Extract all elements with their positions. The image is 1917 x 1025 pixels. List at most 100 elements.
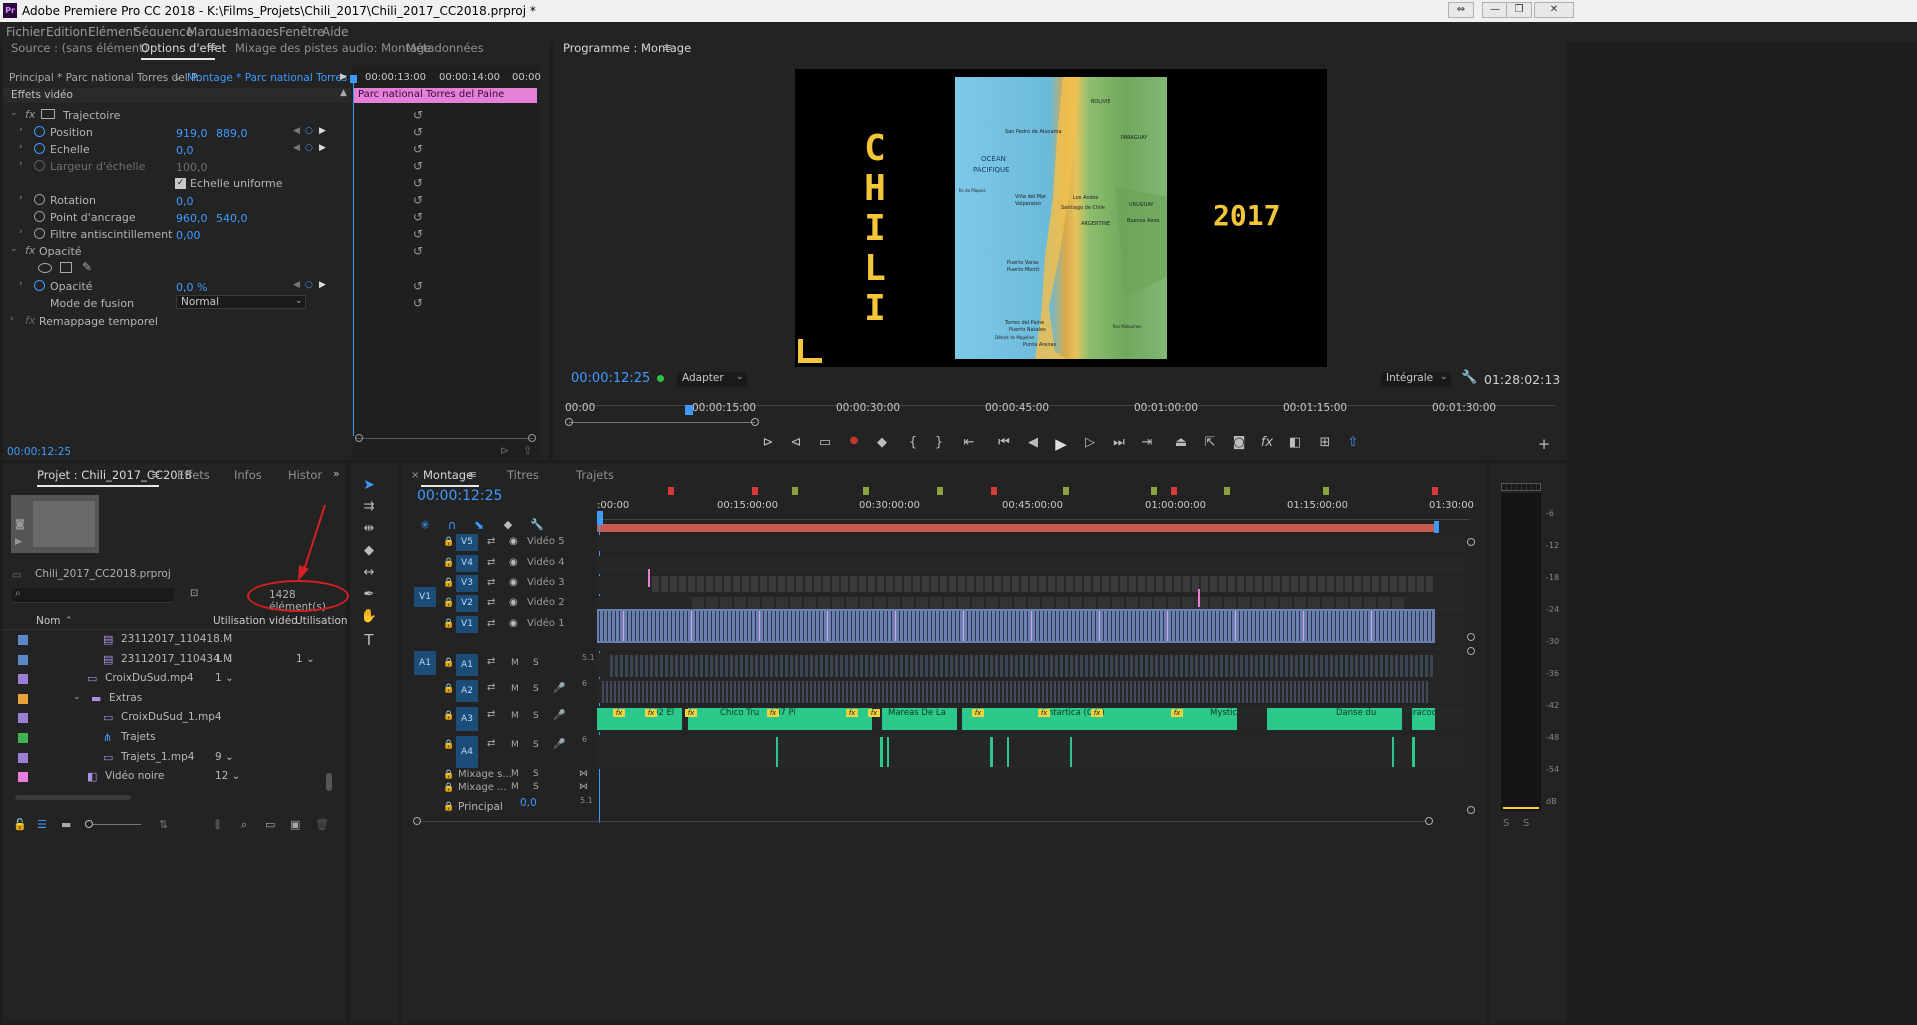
a2-clip[interactable] [934, 681, 936, 703]
a2-clip[interactable] [938, 681, 940, 703]
wrench-icon[interactable]: 🔧 [1461, 370, 1477, 385]
a2-clip[interactable] [1358, 681, 1360, 703]
a2-clip[interactable] [694, 681, 696, 703]
v3-clip[interactable] [1030, 576, 1037, 592]
a1-clip[interactable] [1385, 655, 1388, 677]
extract-icon[interactable]: ⇱ [1200, 435, 1220, 450]
reset-icon[interactable]: ↺ [413, 142, 423, 156]
a2-clip[interactable] [778, 681, 780, 703]
a4-clip[interactable] [1070, 737, 1072, 767]
expand-arrow-icon[interactable]: › [10, 314, 14, 324]
a1-clip[interactable] [1205, 655, 1208, 677]
a1-clip[interactable] [1120, 655, 1123, 677]
a1-clip[interactable] [760, 655, 763, 677]
motion-transform-icon[interactable] [41, 109, 55, 119]
v1-clip-edge[interactable] [759, 611, 760, 641]
a2-clip[interactable] [970, 681, 972, 703]
a1-clip[interactable] [1045, 655, 1048, 677]
v1-clip-edge[interactable] [1303, 611, 1304, 641]
next-keyframe-icon[interactable]: ▶ [319, 280, 326, 290]
a2-clip[interactable] [1086, 681, 1088, 703]
a2-clip[interactable] [1046, 681, 1048, 703]
a4-clip[interactable] [776, 737, 778, 767]
v1-clip-edge[interactable] [1127, 611, 1128, 641]
solo-right-icon[interactable]: S [1523, 818, 1529, 829]
fx-badge-icon[interactable]: fx [846, 709, 858, 717]
a2-clip[interactable] [670, 681, 672, 703]
close-button[interactable]: ✕ [1534, 2, 1574, 18]
video-scroll-top-handle[interactable] [1467, 538, 1475, 546]
a1-clip[interactable] [1210, 655, 1213, 677]
a2-clip[interactable] [1274, 681, 1276, 703]
v3-clip[interactable] [868, 576, 875, 592]
v3-clip[interactable] [1399, 576, 1406, 592]
v1-clip-edge[interactable] [1239, 611, 1240, 641]
project-item-name[interactable]: CroixDuSud.mp4 [105, 672, 194, 684]
video-scroll-bottom-handle[interactable] [1467, 633, 1475, 641]
a1-clip[interactable] [945, 655, 948, 677]
a1-clip[interactable] [770, 655, 773, 677]
record-icon[interactable]: ● [844, 435, 864, 446]
uniform-scale-checkbox[interactable]: ✓ [175, 178, 186, 189]
a2-clip[interactable] [878, 681, 880, 703]
a1-clip[interactable] [1005, 655, 1008, 677]
v3-clip[interactable] [697, 576, 704, 592]
v1-clip-edge[interactable] [1035, 611, 1036, 641]
v1-clip-edge[interactable] [1403, 611, 1404, 641]
v3-clip[interactable] [841, 576, 848, 592]
v1-clip-edge[interactable] [619, 611, 620, 641]
more-tabs-icon[interactable]: » [333, 467, 340, 480]
v1-clip-edge[interactable] [779, 611, 780, 641]
v1-clip-edge[interactable] [1023, 611, 1024, 641]
horizontal-scrollbar[interactable] [15, 795, 131, 800]
a2-clip[interactable] [1082, 681, 1084, 703]
v1-clip-edge[interactable] [851, 611, 852, 641]
tab-effects[interactable]: Effets [177, 468, 210, 482]
a2-clip[interactable] [926, 681, 928, 703]
a2-clip[interactable] [1234, 681, 1236, 703]
project-item-row[interactable]: ⌄ ▬ Extras [3, 690, 333, 709]
a2-clip[interactable] [1350, 681, 1352, 703]
swap-icon[interactable]: ⇔ [1448, 2, 1474, 18]
a2-clip[interactable] [1014, 681, 1016, 703]
a1-clip[interactable] [960, 655, 963, 677]
v1-clip-edge[interactable] [1339, 611, 1340, 641]
a2-clip[interactable] [914, 681, 916, 703]
a1-clip[interactable] [700, 655, 703, 677]
solo-left-icon[interactable]: S [1503, 818, 1509, 829]
a1-clip[interactable] [780, 655, 783, 677]
v1-clip-edge[interactable] [1379, 611, 1380, 641]
a2-clip[interactable] [1178, 681, 1180, 703]
a2-clip[interactable] [654, 681, 656, 703]
a1-clip[interactable] [625, 655, 628, 677]
label-color-swatch[interactable] [18, 654, 28, 665]
v3-clip[interactable] [940, 576, 947, 592]
v1-clip-edge[interactable] [1295, 611, 1296, 641]
label-color-swatch[interactable] [18, 635, 28, 645]
a2-clip[interactable] [706, 681, 708, 703]
v1-clip-edge[interactable] [747, 611, 748, 641]
v1-clip-edge[interactable] [1143, 611, 1144, 641]
play-icon[interactable]: ▶ [15, 537, 22, 547]
a1-clip[interactable] [1090, 655, 1093, 677]
lock-icon[interactable]: 🔒 [443, 802, 454, 812]
v1-clip-edge[interactable] [811, 611, 812, 641]
v1-clip-edge[interactable] [1007, 611, 1008, 641]
a2-clip[interactable] [734, 681, 736, 703]
a1-clip[interactable] [735, 655, 738, 677]
v1-clip-edge[interactable] [967, 611, 968, 641]
a2-clip[interactable] [1390, 681, 1392, 703]
monitor-zoom-handle-left[interactable] [565, 418, 573, 426]
a2-clip[interactable] [910, 681, 912, 703]
v1-clip-edge[interactable] [1151, 611, 1152, 641]
master-volume-value[interactable]: 0,0 [520, 797, 537, 809]
audio-clip-name[interactable]: Mystic Te [1210, 708, 1249, 718]
v3-clip[interactable] [931, 576, 938, 592]
a1-clip[interactable] [810, 655, 813, 677]
a2-clip[interactable] [1334, 681, 1336, 703]
v3-clip[interactable] [670, 576, 677, 592]
a2-clip[interactable] [758, 681, 760, 703]
a1-clip[interactable] [1325, 655, 1328, 677]
a2-clip[interactable] [790, 681, 792, 703]
a2-clip[interactable] [1310, 681, 1312, 703]
